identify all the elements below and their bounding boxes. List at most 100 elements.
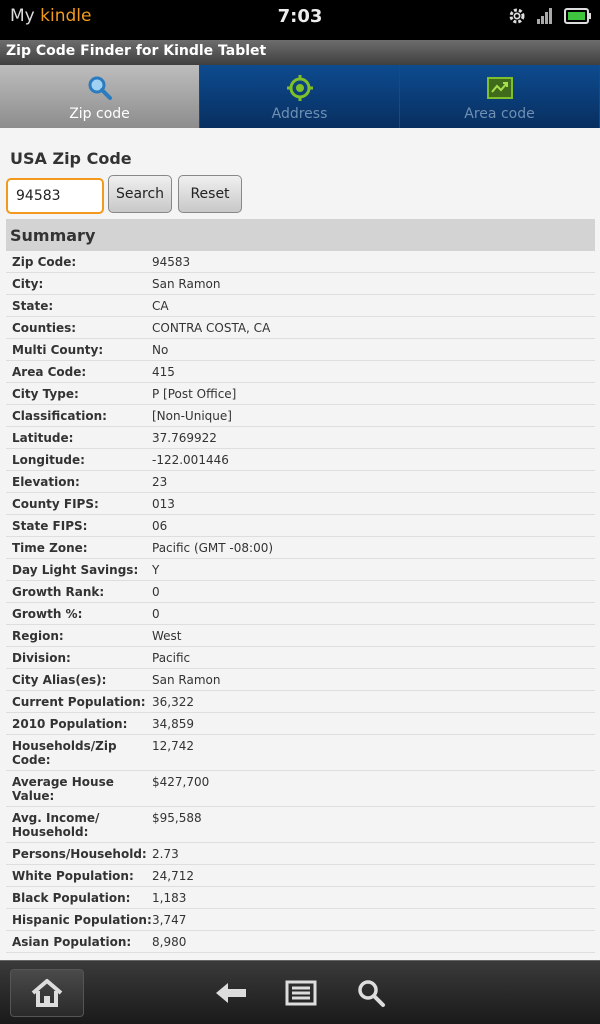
table-row: County FIPS: 013 <box>6 493 595 515</box>
row-value: Pacific (GMT -08:00) <box>152 541 274 555</box>
row-label: Division: <box>12 651 71 665</box>
row-label: City Alias(es): <box>12 673 107 687</box>
table-row: State: CA <box>6 295 595 317</box>
tab-address-label: Address <box>271 106 328 122</box>
row-label: White Population: <box>12 869 134 883</box>
row-value: 06 <box>152 519 168 533</box>
table-row: Day Light Savings: Y <box>6 559 595 581</box>
row-value: 0 <box>152 585 160 599</box>
row-value: 34,859 <box>152 717 194 731</box>
zip-code-input[interactable]: 94583 <box>6 178 104 214</box>
row-value: CONTRA COSTA, CA <box>152 321 271 335</box>
app-title-bar: Zip Code Finder for Kindle Tablet <box>0 40 600 65</box>
row-label: Growth Rank: <box>12 585 105 599</box>
row-value: [Non-Unique] <box>152 409 232 423</box>
row-value: 36,322 <box>152 695 194 709</box>
main-content: USA Zip Code 94583 Search Reset Summary … <box>0 128 600 960</box>
home-icon <box>31 979 63 1007</box>
target-icon <box>286 75 313 101</box>
row-value: CA <box>152 299 169 313</box>
table-row: State FIPS: 06 <box>6 515 595 537</box>
row-value: 3,747 <box>152 913 187 927</box>
table-row: Classification: [Non-Unique] <box>6 405 595 427</box>
search-nav-button[interactable] <box>348 969 394 1017</box>
table-row: City Alias(es): San Ramon <box>6 669 595 691</box>
row-label: State: <box>12 299 54 313</box>
table-row: Hispanic Population: 3,747 <box>6 909 595 931</box>
row-label: Asian Population: <box>12 935 132 949</box>
summary-table: Zip Code: 94583 City: San Ramon State: CA C… <box>6 251 595 953</box>
table-row: Growth Rank: 0 <box>6 581 595 603</box>
table-row: Households/Zip Code: 12,742 <box>6 735 595 771</box>
row-value: 0 <box>152 607 160 621</box>
row-value: San Ramon <box>152 673 221 687</box>
tab-zip-code[interactable]: Zip code <box>0 65 200 128</box>
row-value: 013 <box>152 497 175 511</box>
tab-area-code-label: Area code <box>464 106 535 122</box>
row-value: 8,980 <box>152 935 187 949</box>
back-icon <box>216 983 246 1003</box>
menu-button[interactable] <box>278 969 324 1017</box>
table-row: Elevation: 23 <box>6 471 595 493</box>
row-label: City: <box>12 277 44 291</box>
table-row: Growth %: 0 <box>6 603 595 625</box>
tab-address[interactable]: Address <box>200 65 400 128</box>
row-label: Persons/Household: <box>12 847 147 861</box>
table-row: Latitude: 37.769922 <box>6 427 595 449</box>
table-row: Black Population: 1,183 <box>6 887 595 909</box>
row-value: 23 <box>152 475 168 489</box>
app-title: Zip Code Finder for Kindle Tablet <box>6 43 267 59</box>
row-label: Current Population: <box>12 695 146 709</box>
table-row: Time Zone: Pacific (GMT -08:00) <box>6 537 595 559</box>
search-button[interactable]: Search <box>108 175 172 213</box>
table-row: Area Code: 415 <box>6 361 595 383</box>
table-row: City: San Ramon <box>6 273 595 295</box>
row-value: Pacific <box>152 651 191 665</box>
reset-button[interactable]: Reset <box>178 175 242 213</box>
row-label: Avg. Income/ Household: <box>12 811 100 839</box>
home-button[interactable] <box>10 969 84 1017</box>
tab-bar: Zip code Address Area code <box>0 65 600 128</box>
gear-icon[interactable] <box>508 7 526 29</box>
row-value: $427,700 <box>152 775 210 789</box>
row-label: Hispanic Population: <box>12 913 152 927</box>
row-value: 24,712 <box>152 869 194 883</box>
row-label: Elevation: <box>12 475 80 489</box>
table-row: White Population: 24,712 <box>6 865 595 887</box>
row-label: State FIPS: <box>12 519 88 533</box>
row-value: 2.73 <box>152 847 179 861</box>
back-button[interactable] <box>208 969 254 1017</box>
row-value: -122.001446 <box>152 453 229 467</box>
form-heading: USA Zip Code <box>10 149 132 168</box>
table-row: Division: Pacific <box>6 647 595 669</box>
row-value: West <box>152 629 182 643</box>
row-value: 94583 <box>152 255 191 269</box>
table-row: Region: West <box>6 625 595 647</box>
tab-area-code[interactable]: Area code <box>400 65 600 128</box>
status-icons <box>508 7 592 29</box>
row-label: Area Code: <box>12 365 87 379</box>
row-value: Y <box>152 563 160 577</box>
row-value: San Ramon <box>152 277 221 291</box>
row-label: Time Zone: <box>12 541 88 555</box>
row-value: P [Post Office] <box>152 387 237 401</box>
row-label: City Type: <box>12 387 79 401</box>
table-row: Current Population: 36,322 <box>6 691 595 713</box>
table-row: Longitude: -122.001446 <box>6 449 595 471</box>
status-bar: My kindle 7:03 <box>0 0 600 34</box>
row-label: Classification: <box>12 409 107 423</box>
row-label: Average House Value: <box>12 775 114 803</box>
row-value: 1,183 <box>152 891 187 905</box>
row-value: 12,742 <box>152 739 194 753</box>
bottom-nav-bar <box>0 960 600 1024</box>
row-value: No <box>152 343 169 357</box>
table-row: Multi County: No <box>6 339 595 361</box>
table-row: Asian Population: 8,980 <box>6 931 595 953</box>
signal-icon <box>536 8 554 28</box>
battery-icon <box>564 8 592 28</box>
row-value: 415 <box>152 365 175 379</box>
table-row: Counties: CONTRA COSTA, CA <box>6 317 595 339</box>
row-label: Black Population: <box>12 891 131 905</box>
row-label: Longitude: <box>12 453 85 467</box>
table-row: Zip Code: 94583 <box>6 251 595 273</box>
